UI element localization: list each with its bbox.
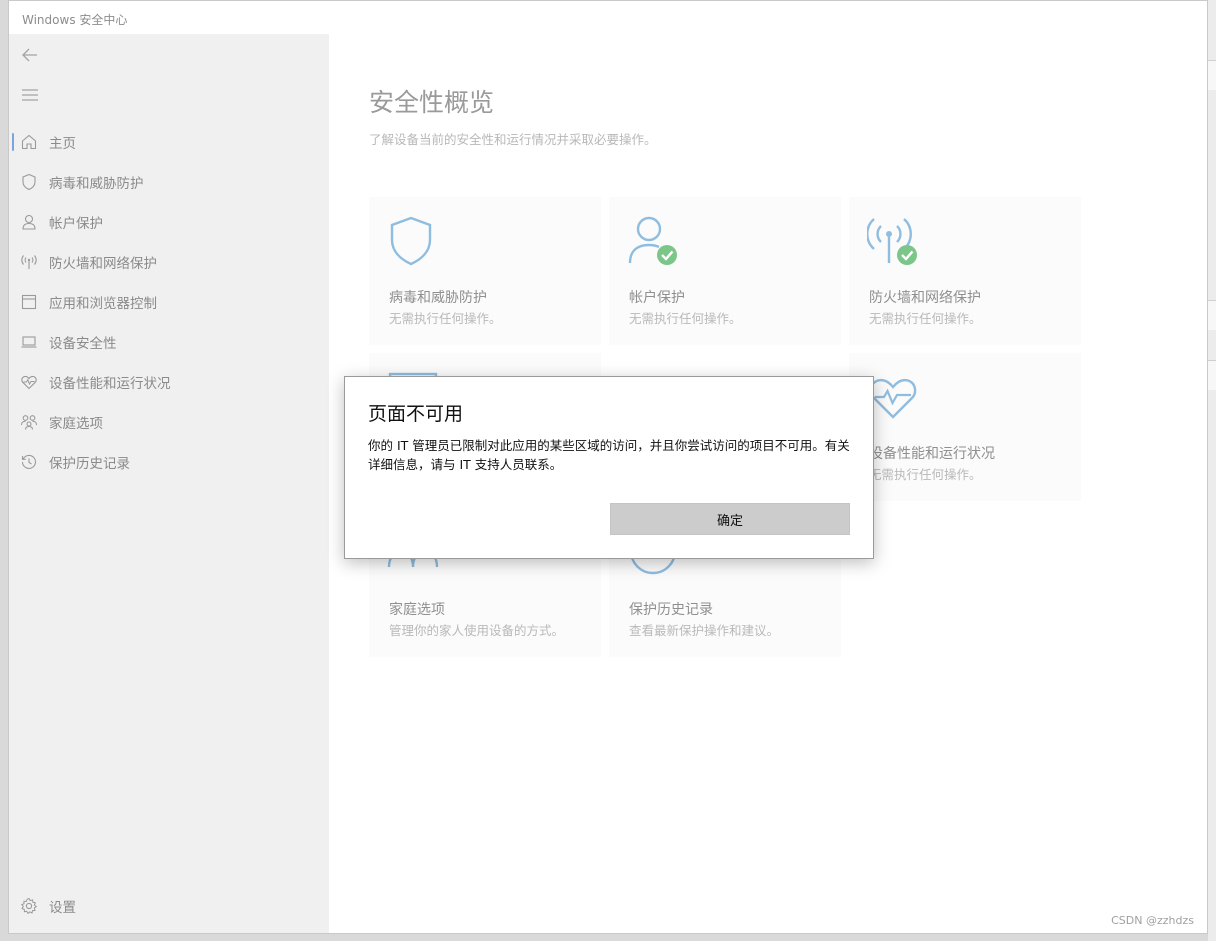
card-title: 设备性能和运行状况 (869, 446, 995, 462)
sidebar-item-label: 家庭选项 (49, 416, 103, 432)
sidebar-item-label: 帐户保护 (49, 216, 103, 232)
card-description: 无需执行任何操作。 (389, 311, 502, 326)
sidebar-item-device-security[interactable]: 设备安全性 (9, 322, 329, 362)
page-title: 安全性概览 (369, 88, 495, 117)
sidebar: 主页 病毒和威胁防护 帐户保护 防火墙和网络保护 应用和浏览器控制 设备安全性 (9, 34, 329, 933)
sidebar-item-history[interactable]: 保护历史记录 (9, 442, 329, 482)
person-check-icon (628, 216, 677, 265)
dialog-message: 你的 IT 管理员已限制对此应用的某些区域的访问，并且你尝试访问的项目不可用。有… (368, 438, 850, 472)
ok-button[interactable]: 确定 (610, 503, 850, 535)
sidebar-item-device-health[interactable]: 设备性能和运行状况 (9, 362, 329, 402)
sidebar-item-label: 病毒和威胁防护 (49, 176, 144, 192)
heart-pulse-icon (869, 378, 917, 419)
person-icon (19, 212, 39, 232)
sidebar-item-label: 保护历史记录 (49, 456, 130, 472)
sidebar-item-settings[interactable]: 设置 (9, 886, 329, 926)
laptop-icon (19, 332, 39, 352)
dialog-title: 页面不可用 (368, 403, 464, 425)
antenna-icon (19, 252, 39, 272)
card-description: 管理你的家人使用设备的方式。 (389, 623, 565, 638)
sidebar-item-account[interactable]: 帐户保护 (9, 202, 329, 242)
heart-pulse-icon (19, 372, 39, 392)
background-window-edge (1208, 0, 1216, 941)
sidebar-item-family[interactable]: 家庭选项 (9, 402, 329, 442)
nav-list: 主页 病毒和威胁防护 帐户保护 防火墙和网络保护 应用和浏览器控制 设备安全性 (9, 122, 329, 482)
sidebar-item-app-browser[interactable]: 应用和浏览器控制 (9, 282, 329, 322)
card-virus-protection[interactable]: 病毒和威胁防护 无需执行任何操作。 (369, 197, 601, 345)
shield-icon (390, 216, 432, 266)
sidebar-item-label: 应用和浏览器控制 (49, 296, 157, 312)
page-unavailable-dialog: 页面不可用 你的 IT 管理员已限制对此应用的某些区域的访问，并且你尝试访问的项… (344, 376, 874, 559)
sidebar-item-virus-protection[interactable]: 病毒和威胁防护 (9, 162, 329, 202)
card-device-health[interactable]: 设备性能和运行状况 无需执行任何操作。 (849, 353, 1081, 501)
sidebar-item-label: 主页 (49, 136, 76, 152)
background-fragment (1208, 360, 1216, 390)
background-fragment (1208, 60, 1216, 90)
settings-label: 设置 (49, 900, 76, 916)
sidebar-item-label: 设备性能和运行状况 (49, 376, 171, 392)
family-icon (19, 412, 39, 432)
watermark: CSDN @zzhdzs (1111, 914, 1194, 927)
hamburger-icon (22, 89, 38, 101)
home-icon (19, 132, 39, 152)
antenna-check-icon (867, 218, 917, 265)
history-icon (19, 452, 39, 472)
card-description: 无需执行任何操作。 (869, 467, 982, 482)
card-account-protection[interactable]: 帐户保护 无需执行任何操作。 (609, 197, 841, 345)
sidebar-item-home[interactable]: 主页 (9, 122, 329, 162)
window-title: Windows 安全中心 (22, 13, 128, 27)
card-description: 查看最新保护操作和建议。 (629, 623, 780, 638)
back-arrow-icon (22, 48, 37, 62)
card-firewall[interactable]: 防火墙和网络保护 无需执行任何操作。 (849, 197, 1081, 345)
card-title: 保护历史记录 (629, 602, 713, 618)
page-subtitle: 了解设备当前的安全性和运行情况并采取必要操作。 (369, 132, 657, 147)
card-title: 防火墙和网络保护 (869, 290, 981, 306)
app-window-icon (19, 292, 39, 312)
sidebar-item-label: 防火墙和网络保护 (49, 256, 157, 272)
card-description: 无需执行任何操作。 (869, 311, 982, 326)
card-title: 病毒和威胁防护 (389, 290, 487, 306)
background-fragment (1208, 300, 1216, 330)
sidebar-item-firewall[interactable]: 防火墙和网络保护 (9, 242, 329, 282)
card-title: 家庭选项 (389, 602, 445, 618)
shield-icon (19, 172, 39, 192)
card-title: 帐户保护 (629, 290, 685, 306)
hamburger-menu-button[interactable] (19, 84, 41, 106)
card-description: 无需执行任何操作。 (629, 311, 742, 326)
sidebar-item-label: 设备安全性 (49, 336, 117, 352)
back-button[interactable] (19, 44, 41, 66)
gear-icon (19, 896, 39, 916)
